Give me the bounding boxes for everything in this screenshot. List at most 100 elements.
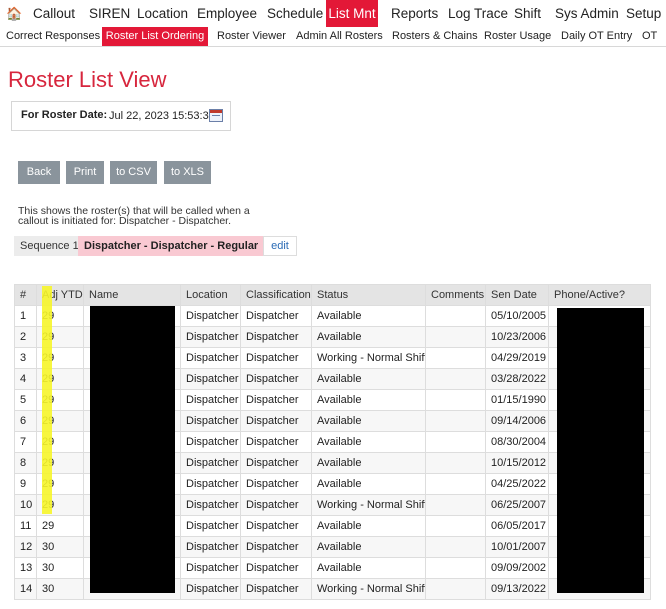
subnav-correct-responses[interactable]: Correct Responses <box>6 27 100 46</box>
to-xls-button[interactable]: to XLS <box>164 161 211 184</box>
cell-comments <box>425 494 486 516</box>
col-header-num[interactable]: # <box>14 284 37 306</box>
cell-adj-ytd: 30 <box>36 536 84 558</box>
nav-log-trace[interactable]: Log Trace <box>448 0 508 27</box>
subnav-roster-usage[interactable]: Roster Usage <box>484 27 551 46</box>
nav-location[interactable]: Location <box>137 0 188 27</box>
page-title: Roster List View <box>8 67 167 92</box>
cell-comments <box>425 515 486 537</box>
roster-date-value[interactable]: Jul 22, 2023 15:53:37 <box>109 110 215 122</box>
cell-status: Working - Normal Shift <box>311 494 426 516</box>
nav-sys-admin[interactable]: Sys Admin <box>555 0 619 27</box>
sub-nav: Correct Responses Roster List Ordering R… <box>0 27 666 47</box>
cell-sen-date: 08/30/2004 <box>485 431 549 453</box>
col-header-status[interactable]: Status <box>311 284 426 306</box>
cell-location: Dispatcher <box>180 536 241 558</box>
col-header-classification[interactable]: Classification <box>240 284 312 306</box>
cell-classification: Dispatcher <box>240 536 312 558</box>
nav-setup[interactable]: Setup <box>626 0 661 27</box>
cell-status: Working - Normal Shift <box>311 578 426 600</box>
cell-location: Dispatcher <box>180 431 241 453</box>
cell-adj-ytd: 30 <box>36 578 84 600</box>
cell-location: Dispatcher <box>180 494 241 516</box>
col-header-name[interactable]: Name <box>83 284 181 306</box>
cell-adj-ytd: 30 <box>36 557 84 579</box>
col-header-location[interactable]: Location <box>180 284 241 306</box>
col-header-sen-date[interactable]: Sen Date <box>485 284 549 306</box>
nav-callout[interactable]: Callout <box>33 0 75 27</box>
roster-date-box: For Roster Date: Jul 22, 2023 15:53:37 <box>11 101 231 131</box>
cell-sen-date: 04/25/2022 <box>485 473 549 495</box>
cell-sen-date: 01/15/1990 <box>485 389 549 411</box>
roster-description: This shows the roster(s) that will be ca… <box>18 205 250 227</box>
cell-location: Dispatcher <box>180 389 241 411</box>
cell-num: 11 <box>14 515 37 537</box>
adj-ytd-highlight <box>42 286 52 514</box>
cell-sen-date: 09/14/2006 <box>485 410 549 432</box>
cell-num: 4 <box>14 368 37 390</box>
cell-classification: Dispatcher <box>240 431 312 453</box>
subnav-rosters-chains[interactable]: Rosters & Chains <box>392 27 478 46</box>
cell-status: Available <box>311 452 426 474</box>
subnav-admin-all-rosters[interactable]: Admin All Rosters <box>296 27 383 46</box>
cell-classification: Dispatcher <box>240 410 312 432</box>
subnav-roster-viewer[interactable]: Roster Viewer <box>217 27 286 46</box>
to-csv-button[interactable]: to CSV <box>110 161 157 184</box>
cell-status: Available <box>311 368 426 390</box>
nav-reports[interactable]: Reports <box>391 0 438 27</box>
col-header-phone-active[interactable]: Phone/Active? <box>548 284 651 306</box>
nav-employee[interactable]: Employee <box>197 0 257 27</box>
cell-num: 8 <box>14 452 37 474</box>
cell-num: 14 <box>14 578 37 600</box>
cell-comments <box>425 452 486 474</box>
cell-num: 10 <box>14 494 37 516</box>
cell-location: Dispatcher <box>180 368 241 390</box>
cell-sen-date: 09/09/2002 <box>485 557 549 579</box>
cell-num: 5 <box>14 389 37 411</box>
sequence-edit-link[interactable]: edit <box>263 236 297 256</box>
table-header-row: # Adj YTD Name Location Classification S… <box>14 284 651 306</box>
cell-classification: Dispatcher <box>240 389 312 411</box>
cell-sen-date: 06/05/2017 <box>485 515 549 537</box>
cell-num: 7 <box>14 431 37 453</box>
cell-comments <box>425 347 486 369</box>
phone-redaction <box>557 308 644 593</box>
subnav-roster-list-ordering[interactable]: Roster List Ordering <box>102 27 208 46</box>
cell-classification: Dispatcher <box>240 515 312 537</box>
cell-status: Available <box>311 326 426 348</box>
cell-classification: Dispatcher <box>240 368 312 390</box>
cell-location: Dispatcher <box>180 452 241 474</box>
back-button[interactable]: Back <box>18 161 60 184</box>
cell-location: Dispatcher <box>180 326 241 348</box>
cell-status: Available <box>311 431 426 453</box>
calendar-icon[interactable] <box>209 109 223 122</box>
cell-location: Dispatcher <box>180 578 241 600</box>
cell-status: Available <box>311 473 426 495</box>
print-button[interactable]: Print <box>66 161 104 184</box>
cell-location: Dispatcher <box>180 347 241 369</box>
sequence-label: Sequence 1 <box>14 236 79 256</box>
cell-location: Dispatcher <box>180 410 241 432</box>
cell-comments <box>425 536 486 558</box>
cell-comments <box>425 326 486 348</box>
nav-shift[interactable]: Shift <box>514 0 541 27</box>
nav-schedule[interactable]: Schedule <box>267 0 323 27</box>
cell-classification: Dispatcher <box>240 326 312 348</box>
home-icon[interactable]: 🏠 <box>6 0 22 27</box>
cell-location: Dispatcher <box>180 557 241 579</box>
nav-list-mnt[interactable]: List Mnt <box>326 0 378 27</box>
subnav-daily-ot-entry[interactable]: Daily OT Entry <box>561 27 632 46</box>
cell-sen-date: 05/10/2005 <box>485 305 549 327</box>
cell-num: 6 <box>14 410 37 432</box>
cell-location: Dispatcher <box>180 305 241 327</box>
cell-status: Available <box>311 410 426 432</box>
nav-siren[interactable]: SIREN <box>89 0 130 27</box>
cell-comments <box>425 473 486 495</box>
cell-sen-date: 10/15/2012 <box>485 452 549 474</box>
cell-status: Available <box>311 536 426 558</box>
cell-comments <box>425 578 486 600</box>
name-redaction <box>90 306 175 593</box>
subnav-ot[interactable]: OT <box>642 27 657 46</box>
col-header-comments[interactable]: Comments <box>425 284 486 306</box>
cell-comments <box>425 368 486 390</box>
